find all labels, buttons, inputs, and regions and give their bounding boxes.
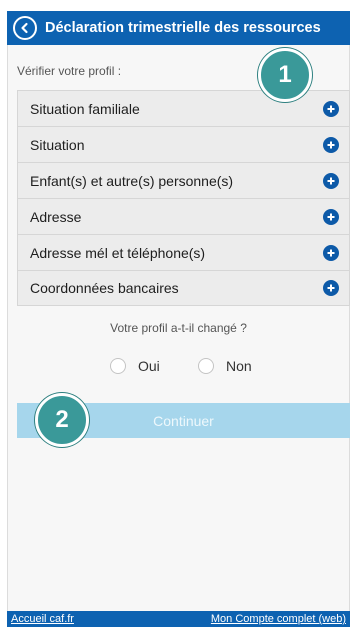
plus-circle-icon[interactable] bbox=[323, 280, 339, 296]
plus-circle-icon[interactable] bbox=[323, 244, 339, 261]
annotation-number: 1 bbox=[278, 61, 292, 88]
section-label: Coordonnées bancaires bbox=[30, 280, 179, 296]
section-enfants[interactable]: Enfant(s) et autre(s) personne(s) bbox=[17, 162, 350, 198]
plus-circle-icon[interactable] bbox=[323, 208, 339, 225]
radio-circle[interactable] bbox=[198, 358, 214, 374]
radio-label-oui: Oui bbox=[138, 358, 160, 374]
section-coordonnees-bancaires[interactable]: Coordonnées bancaires bbox=[17, 270, 350, 306]
profile-sections-list: Situation familiale Situation Enfant(s) … bbox=[17, 90, 350, 306]
radio-label-non: Non bbox=[226, 358, 252, 374]
annotation-badge-1: 1 bbox=[258, 48, 312, 102]
chevron-left-icon bbox=[21, 22, 28, 34]
profile-changed-question: Votre profil a-t-il changé ? bbox=[110, 321, 247, 335]
app-footer: Accueil caf.fr Mon Compte complet (web) bbox=[7, 611, 350, 627]
section-situation[interactable]: Situation bbox=[17, 126, 350, 162]
continue-label: Continuer bbox=[153, 412, 214, 429]
section-label: Adresse bbox=[30, 208, 82, 225]
plus-circle-icon[interactable] bbox=[323, 172, 339, 189]
plus-circle-icon[interactable] bbox=[323, 136, 339, 153]
verify-profile-label: Vérifier votre profil : bbox=[17, 64, 122, 78]
annotation-badge-2: 2 bbox=[35, 393, 89, 447]
back-button[interactable] bbox=[13, 16, 37, 40]
section-adresse[interactable]: Adresse bbox=[17, 198, 350, 234]
app-header: Déclaration trimestrielle des ressources bbox=[7, 11, 350, 45]
radio-oui[interactable]: Oui bbox=[110, 358, 160, 374]
plus-circle-icon[interactable] bbox=[323, 100, 339, 117]
section-label: Situation familiale bbox=[30, 100, 140, 117]
section-label: Situation bbox=[30, 136, 85, 153]
annotation-number: 2 bbox=[55, 406, 69, 433]
radio-circle[interactable] bbox=[110, 358, 126, 374]
section-label: Adresse mél et téléphone(s) bbox=[30, 244, 206, 261]
footer-link-mon-compte[interactable]: Mon Compte complet (web) bbox=[211, 613, 346, 625]
page-title: Déclaration trimestrielle des ressources bbox=[45, 20, 321, 36]
section-adresse-mel-telephone[interactable]: Adresse mél et téléphone(s) bbox=[17, 234, 350, 270]
radio-non[interactable]: Non bbox=[198, 358, 252, 374]
section-label: Enfant(s) et autre(s) personne(s) bbox=[30, 172, 234, 189]
footer-link-accueil[interactable]: Accueil caf.fr bbox=[11, 613, 74, 625]
